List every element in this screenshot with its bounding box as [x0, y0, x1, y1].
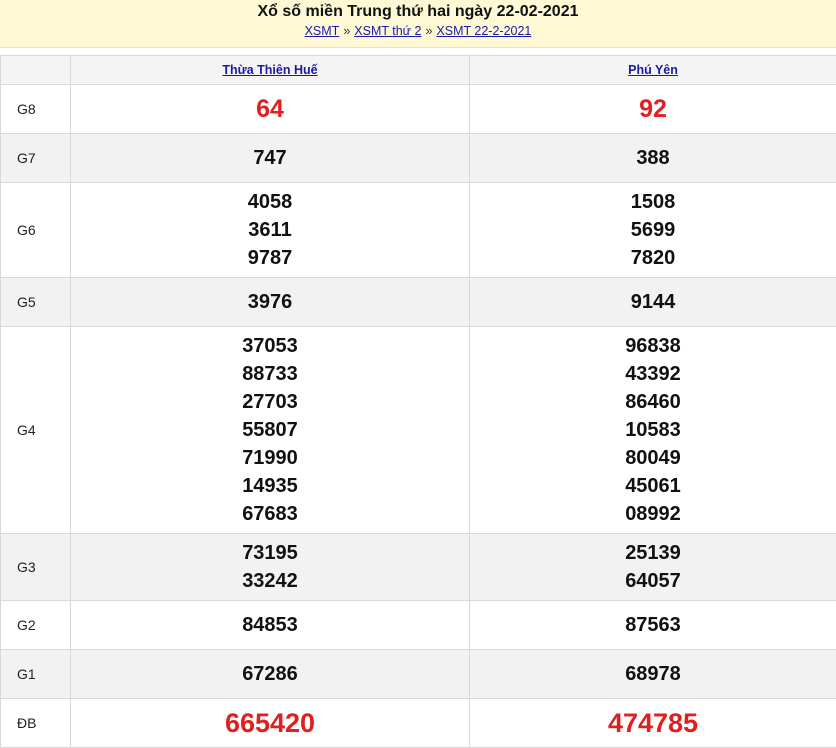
prize-number: 64057	[470, 567, 836, 595]
province-2-results: 150856997820	[470, 183, 836, 278]
prize-number: 80049	[470, 444, 836, 472]
breadcrumb-link-xsmt-thu-2[interactable]: XSMT thứ 2	[354, 24, 421, 38]
prize-number: 67683	[71, 500, 469, 528]
prize-number: 45061	[470, 472, 836, 500]
breadcrumb: XSMT»XSMT thứ 2»XSMT 22-2-2021	[0, 22, 836, 40]
prize-number: 665420	[71, 709, 469, 737]
results-table: Thừa Thiên Huế Phú Yên G86492G7747388G64…	[0, 55, 836, 748]
province-header-1: Thừa Thiên Huế	[71, 56, 470, 85]
page-header: Xổ số miền Trung thứ hai ngày 22-02-2021…	[0, 0, 836, 48]
province-2-results: 474785	[470, 699, 836, 748]
prize-number: 3976	[71, 288, 469, 316]
prize-number: 27703	[71, 388, 469, 416]
prize-number: 5699	[470, 216, 836, 244]
prize-number: 92	[470, 95, 836, 123]
header-empty-cell	[1, 56, 71, 85]
province-1-results: 665420	[71, 699, 470, 748]
prize-number: 3611	[71, 216, 469, 244]
spacer	[0, 48, 836, 55]
page-title: Xổ số miền Trung thứ hai ngày 22-02-2021	[0, 2, 836, 22]
breadcrumb-separator: »	[343, 24, 350, 38]
prize-number: 9144	[470, 288, 836, 316]
prize-number: 73195	[71, 539, 469, 567]
prize-number: 71990	[71, 444, 469, 472]
table-row: G6405836119787150856997820	[1, 183, 836, 278]
prize-number: 67286	[71, 660, 469, 688]
prize-number: 9787	[71, 244, 469, 272]
table-row: ĐB665420474785	[1, 699, 836, 748]
breadcrumb-separator: »	[425, 24, 432, 38]
prize-number: 84853	[71, 611, 469, 639]
prize-label: G7	[1, 134, 71, 183]
prize-label: G3	[1, 534, 71, 601]
table-row: G437053887332770355807719901493567683968…	[1, 327, 836, 534]
results-body: G86492G7747388G6405836119787150856997820…	[1, 85, 836, 748]
prize-label: ĐB	[1, 699, 71, 748]
province-2-results: 96838433928646010583800494506108992	[470, 327, 836, 534]
table-row: G539769144	[1, 278, 836, 327]
prize-number: 4058	[71, 188, 469, 216]
prize-number: 88733	[71, 360, 469, 388]
prize-number: 96838	[470, 332, 836, 360]
province-2-results: 87563	[470, 601, 836, 650]
table-row: G16728668978	[1, 650, 836, 699]
prize-number: 25139	[470, 539, 836, 567]
prize-number: 747	[71, 144, 469, 172]
table-row: G86492	[1, 85, 836, 134]
province-1-results: 67286	[71, 650, 470, 699]
province-1-results: 747	[71, 134, 470, 183]
province-1-results: 64	[71, 85, 470, 134]
prize-number: 388	[470, 144, 836, 172]
province-1-results: 3976	[71, 278, 470, 327]
province-1-results: 84853	[71, 601, 470, 650]
table-row: G7747388	[1, 134, 836, 183]
prize-number: 1508	[470, 188, 836, 216]
prize-number: 08992	[470, 500, 836, 528]
province-2-results: 9144	[470, 278, 836, 327]
province-2-results: 92	[470, 85, 836, 134]
province-1-results: 37053887332770355807719901493567683	[71, 327, 470, 534]
table-header-row: Thừa Thiên Huế Phú Yên	[1, 56, 836, 85]
prize-number: 474785	[470, 709, 836, 737]
province-header-2: Phú Yên	[470, 56, 836, 85]
prize-number: 55807	[71, 416, 469, 444]
province-2-results: 68978	[470, 650, 836, 699]
prize-label: G6	[1, 183, 71, 278]
breadcrumb-link-xsmt-date[interactable]: XSMT 22-2-2021	[436, 24, 531, 38]
table-row: G28485387563	[1, 601, 836, 650]
prize-number: 14935	[71, 472, 469, 500]
prize-number: 37053	[71, 332, 469, 360]
table-row: G373195332422513964057	[1, 534, 836, 601]
prize-number: 64	[71, 95, 469, 123]
prize-label: G1	[1, 650, 71, 699]
province-link-1[interactable]: Thừa Thiên Huế	[222, 63, 317, 77]
prize-number: 68978	[470, 660, 836, 688]
province-1-results: 405836119787	[71, 183, 470, 278]
prize-number: 10583	[470, 416, 836, 444]
province-2-results: 2513964057	[470, 534, 836, 601]
province-2-results: 388	[470, 134, 836, 183]
prize-number: 43392	[470, 360, 836, 388]
province-1-results: 7319533242	[71, 534, 470, 601]
prize-label: G8	[1, 85, 71, 134]
prize-label: G5	[1, 278, 71, 327]
prize-number: 86460	[470, 388, 836, 416]
province-link-2[interactable]: Phú Yên	[628, 63, 678, 77]
prize-number: 87563	[470, 611, 836, 639]
prize-label: G2	[1, 601, 71, 650]
prize-number: 7820	[470, 244, 836, 272]
breadcrumb-link-xsmt[interactable]: XSMT	[305, 24, 340, 38]
prize-label: G4	[1, 327, 71, 534]
prize-number: 33242	[71, 567, 469, 595]
